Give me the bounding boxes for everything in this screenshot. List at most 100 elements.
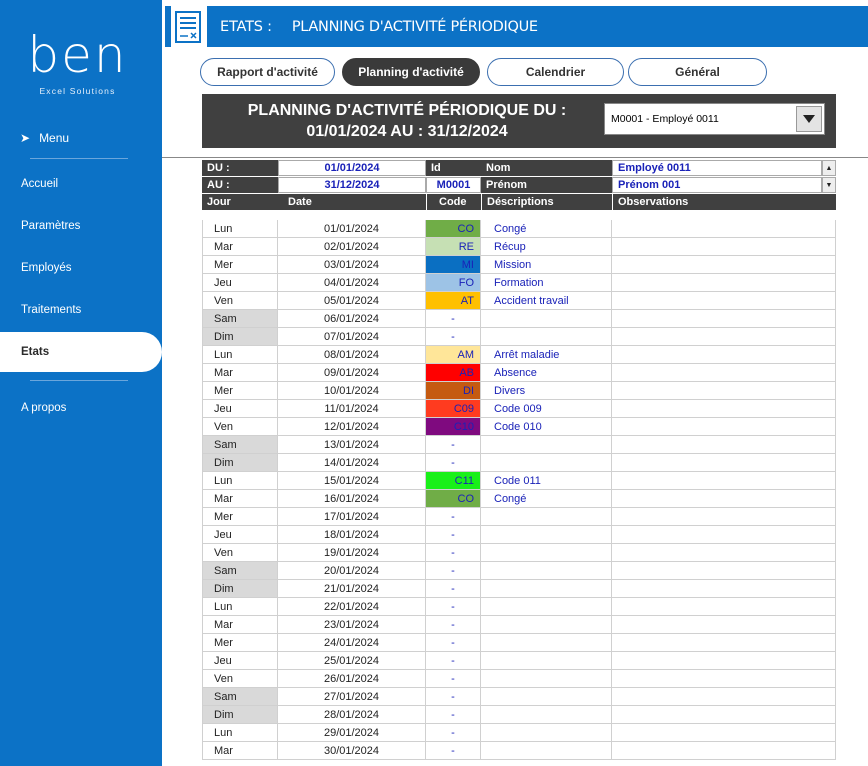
- observation-cell[interactable]: [612, 544, 836, 562]
- sidebar-item-etats[interactable]: Etats: [0, 332, 162, 372]
- date-cell: 27/01/2024: [278, 688, 426, 706]
- observation-cell[interactable]: [612, 256, 836, 274]
- observation-cell[interactable]: [612, 580, 836, 598]
- jour-cell: Jeu: [202, 400, 278, 418]
- tab-general[interactable]: Général: [628, 58, 767, 86]
- code-cell[interactable]: RE: [426, 238, 481, 256]
- code-cell[interactable]: AB: [426, 364, 481, 382]
- code-cell[interactable]: -: [426, 562, 481, 580]
- observation-cell[interactable]: [612, 364, 836, 382]
- table-row: Dim 28/01/2024-: [202, 706, 836, 724]
- code-cell[interactable]: -: [426, 742, 481, 760]
- tab-rapport-activite[interactable]: Rapport d'activité: [200, 58, 335, 86]
- code-cell[interactable]: -: [426, 706, 481, 724]
- code-cell[interactable]: -: [426, 724, 481, 742]
- menu-toggle[interactable]: ➤ Menu: [20, 131, 69, 145]
- observation-cell[interactable]: [612, 328, 836, 346]
- code-cell[interactable]: -: [426, 436, 481, 454]
- description-cell: [481, 652, 612, 670]
- code-cell[interactable]: -: [426, 652, 481, 670]
- description-cell: Formation: [481, 274, 612, 292]
- observation-cell[interactable]: [612, 634, 836, 652]
- date-cell: 18/01/2024: [278, 526, 426, 544]
- code-cell[interactable]: -: [426, 688, 481, 706]
- code-cell[interactable]: -: [426, 328, 481, 346]
- tab-planning-activite[interactable]: Planning d'activité: [342, 58, 480, 86]
- code-cell[interactable]: CO: [426, 220, 481, 238]
- date-cell: 03/01/2024: [278, 256, 426, 274]
- observation-cell[interactable]: [612, 526, 836, 544]
- observation-cell[interactable]: [612, 436, 836, 454]
- code-cell[interactable]: MI: [426, 256, 481, 274]
- observation-cell[interactable]: [612, 220, 836, 238]
- id-field[interactable]: M0001: [426, 177, 481, 193]
- description-cell: [481, 544, 612, 562]
- dropdown-button[interactable]: [796, 106, 822, 132]
- observation-cell[interactable]: [612, 346, 836, 364]
- observation-cell[interactable]: [612, 652, 836, 670]
- code-cell[interactable]: DI: [426, 382, 481, 400]
- observation-cell[interactable]: [612, 274, 836, 292]
- sidebar-item-parametres[interactable]: Paramètres: [0, 206, 162, 246]
- prenom-field[interactable]: Prénom 001: [612, 177, 822, 193]
- code-cell[interactable]: -: [426, 598, 481, 616]
- code-cell[interactable]: C10: [426, 418, 481, 436]
- code-cell[interactable]: -: [426, 526, 481, 544]
- description-cell: Récup: [481, 238, 612, 256]
- code-cell[interactable]: -: [426, 670, 481, 688]
- table-row: Ven 05/01/2024 AT Accident travail: [202, 292, 836, 310]
- observation-cell[interactable]: [612, 400, 836, 418]
- jour-cell: Mar: [202, 238, 278, 256]
- code-cell[interactable]: C11: [426, 472, 481, 490]
- code-cell[interactable]: -: [426, 454, 481, 472]
- code-cell[interactable]: FO: [426, 274, 481, 292]
- au-date-field[interactable]: 31/12/2024: [278, 177, 426, 193]
- scroll-down-icon[interactable]: ▼: [822, 177, 836, 193]
- code-cell[interactable]: -: [426, 544, 481, 562]
- observation-cell[interactable]: [612, 724, 836, 742]
- description-cell: [481, 670, 612, 688]
- table-row: Mer 03/01/2024 MI Mission: [202, 256, 836, 274]
- code-cell[interactable]: C09: [426, 400, 481, 418]
- observation-cell[interactable]: [612, 472, 836, 490]
- code-cell[interactable]: -: [426, 634, 481, 652]
- code-cell[interactable]: -: [426, 580, 481, 598]
- tab-calendrier[interactable]: Calendrier: [487, 58, 624, 86]
- code-cell[interactable]: AM: [426, 346, 481, 364]
- observation-cell[interactable]: [612, 238, 836, 256]
- du-date-field[interactable]: 01/01/2024: [278, 160, 426, 176]
- observation-cell[interactable]: [612, 508, 836, 526]
- table-row: Jeu 18/01/2024-: [202, 526, 836, 544]
- date-cell: 13/01/2024: [278, 436, 426, 454]
- sidebar-item-accueil[interactable]: Accueil: [0, 164, 162, 204]
- nom-field[interactable]: Employé 0011: [612, 160, 822, 176]
- code-cell[interactable]: AT: [426, 292, 481, 310]
- code-cell[interactable]: -: [426, 616, 481, 634]
- observation-cell[interactable]: [612, 454, 836, 472]
- observation-cell[interactable]: [612, 742, 836, 760]
- description-cell: [481, 508, 612, 526]
- table-row: Mar 30/01/2024-: [202, 742, 836, 760]
- observation-cell[interactable]: [612, 382, 836, 400]
- observation-cell[interactable]: [612, 598, 836, 616]
- scroll-up-icon[interactable]: ▲: [822, 160, 836, 176]
- observation-cell[interactable]: [612, 688, 836, 706]
- observation-cell[interactable]: [612, 616, 836, 634]
- observation-cell[interactable]: [612, 292, 836, 310]
- observation-cell[interactable]: [612, 706, 836, 724]
- date-cell: 04/01/2024: [278, 274, 426, 292]
- code-cell[interactable]: CO: [426, 490, 481, 508]
- observation-cell[interactable]: [612, 310, 836, 328]
- date-cell: 30/01/2024: [278, 742, 426, 760]
- observation-cell[interactable]: [612, 490, 836, 508]
- sidebar-item-traitements[interactable]: Traitements: [0, 290, 162, 330]
- sidebar-item-a-propos[interactable]: A propos: [0, 388, 162, 428]
- employee-select[interactable]: M0001 - Employé 0011: [604, 103, 825, 135]
- code-cell[interactable]: -: [426, 508, 481, 526]
- observation-cell[interactable]: [612, 670, 836, 688]
- logo-subtitle: Excel Solutions: [39, 86, 116, 96]
- sidebar-item-employes[interactable]: Employés: [0, 248, 162, 288]
- code-cell[interactable]: -: [426, 310, 481, 328]
- observation-cell[interactable]: [612, 562, 836, 580]
- observation-cell[interactable]: [612, 418, 836, 436]
